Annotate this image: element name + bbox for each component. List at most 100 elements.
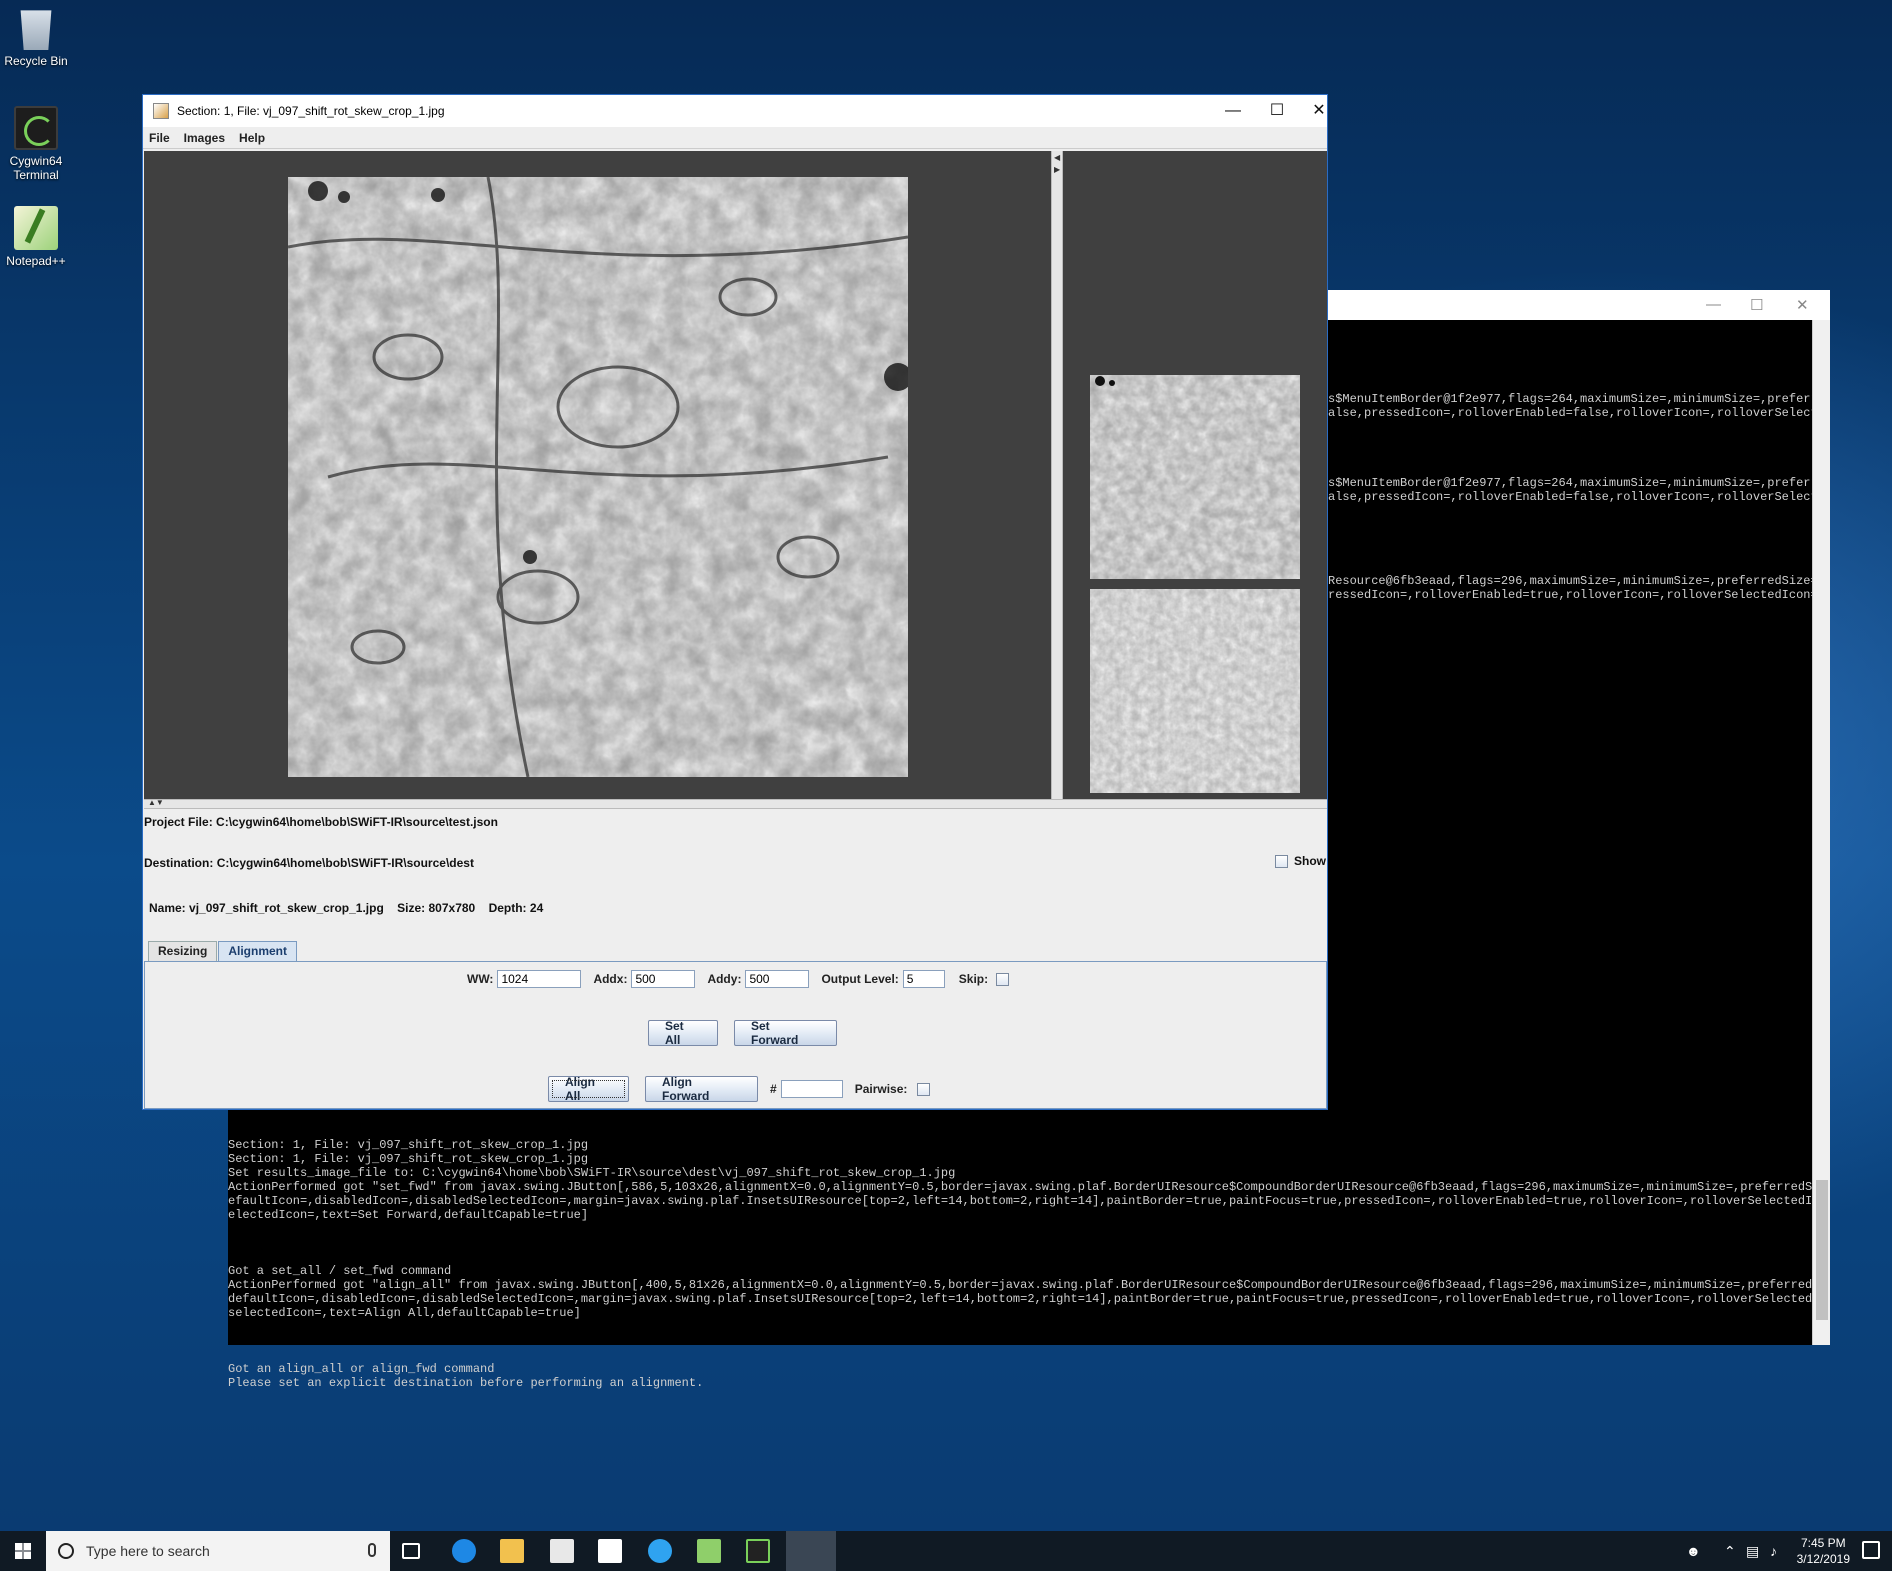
thumbnail-section-2[interactable] <box>1090 589 1300 793</box>
mail-icon[interactable] <box>598 1539 622 1563</box>
taskbar-search[interactable]: Type here to search <box>46 1531 390 1571</box>
splitter-left-arrow-icon[interactable]: ◀ <box>1054 153 1060 162</box>
recycle-bin-icon <box>20 10 52 50</box>
maximize-icon[interactable]: ☐ <box>1750 296 1763 314</box>
search-placeholder: Type here to search <box>86 1543 210 1559</box>
ww-label: WW: <box>467 972 494 986</box>
set-all-button[interactable]: Set All <box>648 1019 718 1047</box>
start-button[interactable] <box>0 1531 46 1571</box>
cygwin-terminal-icon[interactable] <box>746 1539 770 1563</box>
notepad-plus-plus-icon[interactable] <box>697 1539 721 1563</box>
ww-input[interactable] <box>497 970 582 988</box>
set-buttons-row: Set All Set Forward <box>648 1019 837 1047</box>
name-label: Name: <box>149 901 186 915</box>
set-forward-button[interactable]: Set Forward <box>734 1019 837 1047</box>
align-forward-button[interactable]: Align Forward <box>645 1075 758 1103</box>
menu-file[interactable]: File <box>149 131 170 145</box>
project-file-row: Project File: C:\cygwin64\home\bob\SWiFT… <box>144 815 498 829</box>
show-toggle[interactable]: Show <box>1275 854 1326 868</box>
clock-date: 3/12/2019 <box>1796 1552 1850 1566</box>
skip-checkbox[interactable] <box>996 972 1010 986</box>
addy-input[interactable] <box>745 970 810 988</box>
menu-images[interactable]: Images <box>184 131 225 145</box>
image-size: 807x780 <box>428 901 476 915</box>
pairwise-checkbox[interactable] <box>917 1082 931 1096</box>
close-icon[interactable]: ✕ <box>1796 296 1809 314</box>
tab-resizing[interactable]: Resizing <box>148 941 218 961</box>
pairwise-label: Pairwise: <box>854 1082 908 1096</box>
java-app-icon <box>153 103 169 119</box>
minimize-icon[interactable]: — <box>1213 99 1253 123</box>
clock-time: 7:45 PM <box>1800 1536 1846 1550</box>
microphone-icon[interactable] <box>368 1543 376 1557</box>
align-all-button[interactable]: Align All <box>548 1075 629 1103</box>
addx-input[interactable] <box>631 970 696 988</box>
taskbar-clock[interactable]: 7:45 PM 3/12/2019 <box>1797 1535 1850 1567</box>
skip-label: Skip: <box>958 972 989 986</box>
settings-tabs: Resizing Alignment <box>148 941 298 961</box>
desktop-icon-notepad-plus-plus[interactable]: Notepad++ <box>0 206 72 268</box>
addy-label: Addy: <box>707 972 742 986</box>
desktop-icon-recycle-bin[interactable]: Recycle Bin <box>0 6 72 68</box>
window-titlebar[interactable]: Section: 1, File: vj_097_shift_rot_skew_… <box>143 95 1327 127</box>
console-text-bottom: Section: 1, File: vj_097_shift_rot_skew_… <box>228 1138 1812 1390</box>
show-checkbox[interactable] <box>1275 854 1288 868</box>
taskbar: Type here to search ☻ ⌃ ▤ ♪ 7:45 PM 3/12… <box>0 1531 1892 1571</box>
menu-bar: File Images Help <box>143 127 1327 149</box>
horizontal-splitter[interactable]: ▲▼ <box>144 798 1327 809</box>
scrollbar-thumb[interactable] <box>1816 1180 1828 1320</box>
cortana-icon <box>58 1543 74 1559</box>
swift-ir-window[interactable]: Section: 1, File: vj_097_shift_rot_skew_… <box>142 94 1328 1110</box>
desktop-icon-label: Recycle Bin <box>4 54 68 68</box>
destination-row: Destination: C:\cygwin64\home\bob\SWiFT-… <box>144 856 474 870</box>
image-name: vj_097_shift_rot_skew_crop_1.jpg <box>189 901 384 915</box>
project-file-path: C:\cygwin64\home\bob\SWiFT-IR\source\tes… <box>216 815 498 829</box>
menu-help[interactable]: Help <box>239 131 265 145</box>
destination-label: Destination: <box>144 856 214 870</box>
window-title: Section: 1, File: vj_097_shift_rot_skew_… <box>177 104 445 118</box>
image-depth: 24 <box>529 901 544 915</box>
task-view-icon[interactable] <box>402 1543 420 1559</box>
vertical-splitter[interactable]: ◀ ▶ <box>1051 151 1063 799</box>
network-icon[interactable]: ▤ <box>1746 1543 1759 1560</box>
notepad-plus-plus-icon <box>14 206 58 250</box>
addx-label: Addx: <box>593 972 628 986</box>
chevron-up-icon[interactable]: ⌃ <box>1724 1543 1736 1560</box>
destination-path: C:\cygwin64\home\bob\SWiFT-IR\source\des… <box>216 856 474 870</box>
file-explorer-icon[interactable] <box>500 1539 524 1563</box>
maximize-icon[interactable]: ☐ <box>1257 99 1297 123</box>
image-viewer: ◀ ▶ <box>144 151 1327 799</box>
alignment-panel: WW: Addx: Addy: Output Level: Skip: Set … <box>144 961 1327 1109</box>
thumbnail-pane <box>1063 151 1327 799</box>
splitter-right-arrow-icon[interactable]: ▶ <box>1054 165 1060 174</box>
volume-icon[interactable]: ♪ <box>1770 1543 1777 1559</box>
edge-browser-icon[interactable] <box>452 1539 476 1563</box>
console-titlebar[interactable]: — ☐ ✕ <box>1328 290 1830 320</box>
alignment-params-row: WW: Addx: Addy: Output Level: Skip: <box>467 970 1010 988</box>
project-file-label: Project File: <box>144 815 213 829</box>
internet-explorer-icon[interactable] <box>648 1539 672 1563</box>
desktop-icon-label: Cygwin64 Terminal <box>9 154 63 182</box>
console-text-top: s$MenuItemBorder@1f2e977,flags=264,maxim… <box>1328 392 1812 602</box>
windows-logo-icon <box>15 1543 31 1559</box>
minimize-icon[interactable]: — <box>1706 296 1721 313</box>
store-icon[interactable] <box>550 1539 574 1563</box>
java-app-icon[interactable] <box>786 1531 836 1571</box>
cygwin-terminal-icon <box>14 106 58 150</box>
depth-label: Depth: <box>488 901 527 915</box>
output-level-input[interactable] <box>902 970 945 988</box>
people-icon[interactable]: ☻ <box>1686 1543 1701 1559</box>
image-info-row: Name: vj_097_shift_rot_skew_crop_1.jpg S… <box>149 901 543 915</box>
tab-alignment[interactable]: Alignment <box>218 941 298 961</box>
desktop-icon-cygwin64-terminal[interactable]: Cygwin64 Terminal <box>0 106 72 182</box>
section-number-input[interactable] <box>780 1080 843 1098</box>
console-scrollbar[interactable] <box>1812 320 1830 1345</box>
notification-icon[interactable] <box>1862 1541 1880 1559</box>
close-icon[interactable]: ✕ <box>1299 99 1339 123</box>
electron-microscopy-image[interactable] <box>288 177 908 777</box>
thumbnail-section-1[interactable] <box>1090 375 1300 579</box>
desktop-icon-label: Notepad++ <box>6 254 66 268</box>
show-label: Show <box>1294 854 1326 868</box>
splitter-up-arrow-icon[interactable]: ▲▼ <box>148 798 164 807</box>
main-image-pane[interactable] <box>144 151 1051 799</box>
